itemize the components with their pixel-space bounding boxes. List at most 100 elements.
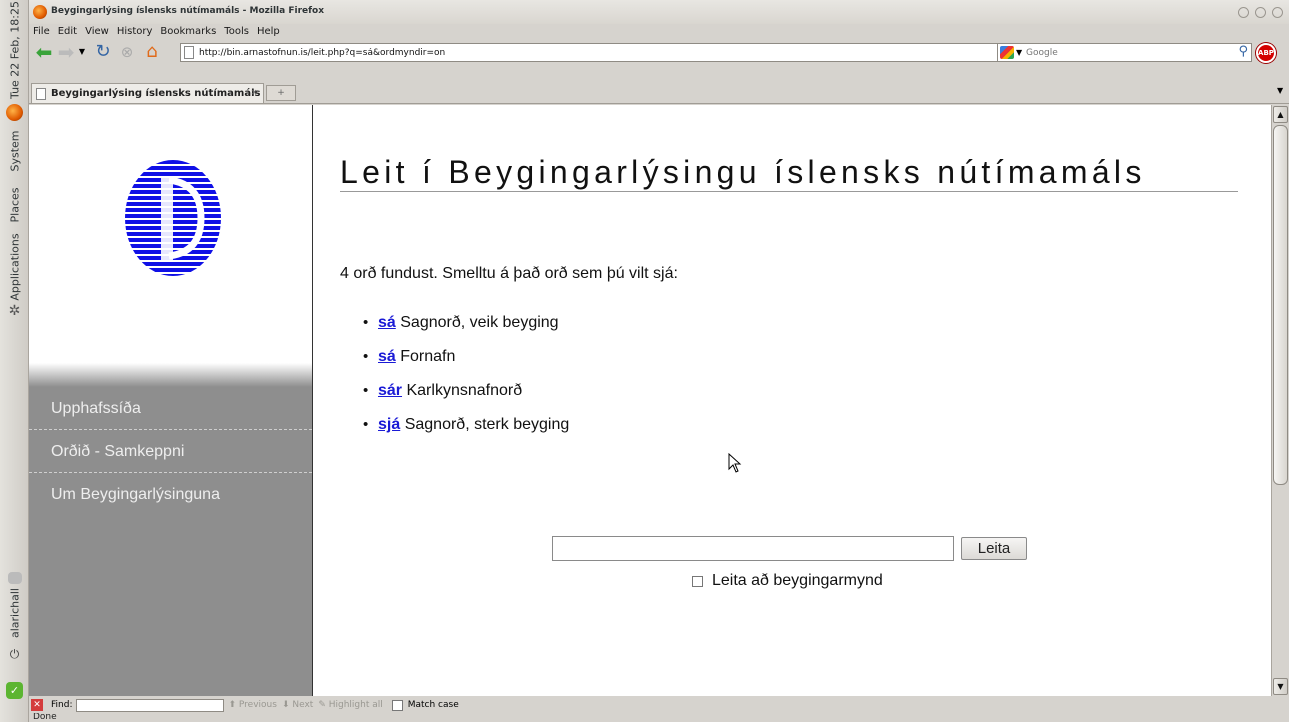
result-link[interactable]: sjá (378, 416, 400, 433)
main-content: Leit í Beygingarlýsingu íslensks nútímam… (340, 105, 1238, 696)
search-icon[interactable]: ⚲ (1238, 44, 1248, 59)
page-icon (184, 46, 194, 59)
url-input[interactable] (199, 44, 959, 61)
clock[interactable]: Tue 22 Feb, 18:25 (0, 1, 29, 99)
scrollbar-thumb[interactable] (1273, 125, 1288, 485)
match-case-label: Match case (407, 700, 459, 710)
list-item: sá Sagnorð, veik beyging (363, 314, 569, 348)
places-menu[interactable]: Places (0, 182, 29, 227)
screen: Tue 22 Feb, 18:25 System Places Applicat… (0, 0, 1289, 722)
tab-bar: Beygingarlýsing íslensks nútímamáls ✕ + … (29, 81, 1289, 104)
vertical-scrollbar[interactable]: ▲ ▼ (1271, 105, 1289, 696)
mouse-cursor-icon (728, 453, 742, 473)
highlight-all-label: Highlight all (328, 700, 383, 710)
forward-button[interactable]: ➡ (55, 42, 77, 62)
results-intro: 4 orð fundust. Smelltu á það orð sem þú … (340, 265, 678, 282)
scroll-up-icon[interactable]: ▲ (1273, 106, 1288, 123)
sidebar: Upphafssíða Orðið - Samkeppni Um Beyging… (29, 105, 313, 696)
find-bar: ✕ Find: ⬆ Previous ⬇ Next ✎ Highlight al… (29, 697, 1289, 713)
maximize-button[interactable] (1255, 7, 1266, 18)
result-link[interactable]: sár (378, 382, 402, 399)
search-input[interactable] (1026, 44, 1216, 61)
update-check-icon[interactable]: ✓ (6, 682, 23, 699)
sidebar-divider (29, 363, 312, 387)
gnome-panel: Tue 22 Feb, 18:25 System Places Applicat… (0, 0, 29, 722)
inflection-checkbox-label: Leita að beygingarmynd (712, 572, 883, 589)
menu-bookmarks[interactable]: Bookmarks (160, 24, 216, 40)
sidebar-item-ordid-samkeppni[interactable]: Orðið - Samkeppni (29, 430, 312, 473)
tab-page-icon (36, 87, 46, 100)
reload-icon[interactable]: ↻ (93, 42, 113, 62)
logo[interactable] (125, 160, 221, 276)
list-item: sjá Sagnorð, sterk beyging (363, 416, 569, 450)
result-description: Sagnorð, veik beyging (400, 314, 559, 331)
menu-tools[interactable]: Tools (224, 24, 249, 40)
inflection-checkbox[interactable] (692, 575, 703, 587)
word-search-input[interactable] (552, 536, 954, 561)
highlight-all-button[interactable]: ✎ Highlight all (318, 700, 382, 710)
tab-list-dropdown-icon[interactable]: ▼ (1277, 86, 1287, 98)
result-description: Karlkynsnafnorð (406, 382, 523, 399)
history-dropdown-icon[interactable]: ▼ (77, 42, 87, 62)
user-name[interactable]: alarichall (0, 588, 29, 638)
firefox-launcher-icon[interactable] (6, 104, 23, 121)
sidebar-item-um-beygingarlysinguna[interactable]: Um Beygingarlýsinguna (29, 473, 312, 516)
applications-menu[interactable]: Applications (0, 232, 29, 302)
minimize-button[interactable] (1238, 7, 1249, 18)
chat-bubble-icon[interactable] (8, 572, 22, 584)
stop-icon[interactable]: ⊗ (117, 42, 137, 62)
list-item: sá Fornafn (363, 348, 569, 382)
tab-active[interactable]: Beygingarlýsing íslensks nútímamáls ✕ (31, 83, 264, 103)
ubuntu-logo-icon[interactable]: ✲ (6, 303, 23, 320)
firefox-icon (33, 5, 47, 19)
new-tab-button[interactable]: + (266, 85, 296, 101)
scroll-down-icon[interactable]: ▼ (1273, 678, 1288, 695)
find-next-button[interactable]: ⬇ Next (282, 700, 313, 710)
sidebar-nav: Upphafssíða Orðið - Samkeppni Um Beyging… (29, 387, 312, 696)
adblock-icon[interactable]: ABP (1256, 43, 1276, 63)
back-button[interactable]: ⬅ (33, 42, 55, 62)
result-description: Fornafn (400, 348, 456, 365)
results-list: sá Sagnorð, veik beyging sá Fornafn sár … (363, 314, 569, 450)
status-text: Done (33, 713, 57, 722)
result-description: Sagnorð, sterk beyging (404, 416, 570, 433)
google-icon[interactable] (1000, 46, 1014, 59)
window-title: Beygingarlýsing íslensks nútímamáls - Mo… (51, 6, 325, 16)
match-case-checkbox[interactable] (391, 699, 403, 711)
menu-file[interactable]: File (33, 24, 50, 40)
firefox-window: Beygingarlýsing íslensks nútímamáls - Mo… (29, 0, 1289, 722)
tab-label: Beygingarlýsing íslensks nútímamáls (51, 88, 261, 99)
search-button[interactable]: Leita (961, 537, 1027, 560)
close-button[interactable] (1272, 7, 1283, 18)
find-previous-label: Previous (238, 700, 277, 710)
url-bar[interactable]: ☆ ▼ (180, 42, 1060, 62)
search-engine-dropdown-icon[interactable]: ▼ (1016, 48, 1022, 57)
menu-view[interactable]: View (85, 24, 109, 40)
menubar: File Edit View History Bookmarks Tools H… (29, 24, 1289, 40)
status-bar: Done (29, 713, 1289, 722)
find-input[interactable] (76, 698, 225, 712)
bookmarks-toolbar (29, 65, 1289, 81)
menu-help[interactable]: Help (257, 24, 280, 40)
home-icon[interactable]: ⌂ (141, 42, 163, 62)
tab-close-icon[interactable]: ✕ (248, 87, 260, 99)
titlebar: Beygingarlýsing íslensks nútímamáls - Mo… (29, 0, 1289, 24)
navigation-toolbar: ⬅ ➡ ▼ ↻ ⊗ ⌂ ☆ ▼ ▼ ⚲ ABP (29, 40, 1289, 65)
find-next-label: Next (292, 700, 314, 710)
inflection-search-option[interactable]: Leita að beygingarmynd (692, 572, 883, 590)
power-icon[interactable]: ⏻ (6, 646, 23, 663)
result-link[interactable]: sá (378, 314, 396, 331)
find-label: Find: (51, 700, 73, 710)
find-previous-button[interactable]: ⬆ Previous (228, 700, 276, 710)
sidebar-item-upphafssida[interactable]: Upphafssíða (29, 387, 312, 430)
result-link[interactable]: sá (378, 348, 396, 365)
menu-edit[interactable]: Edit (58, 24, 77, 40)
window-controls (1238, 7, 1283, 18)
page-content: Upphafssíða Orðið - Samkeppni Um Beyging… (29, 105, 1289, 696)
system-menu[interactable]: System (0, 126, 29, 176)
page-title: Leit í Beygingarlýsingu íslensks nútímam… (340, 156, 1238, 192)
list-item: sár Karlkynsnafnorð (363, 382, 569, 416)
menu-history[interactable]: History (117, 24, 153, 40)
close-find-icon[interactable]: ✕ (31, 699, 43, 711)
search-bar[interactable]: ▼ ⚲ (997, 43, 1252, 62)
